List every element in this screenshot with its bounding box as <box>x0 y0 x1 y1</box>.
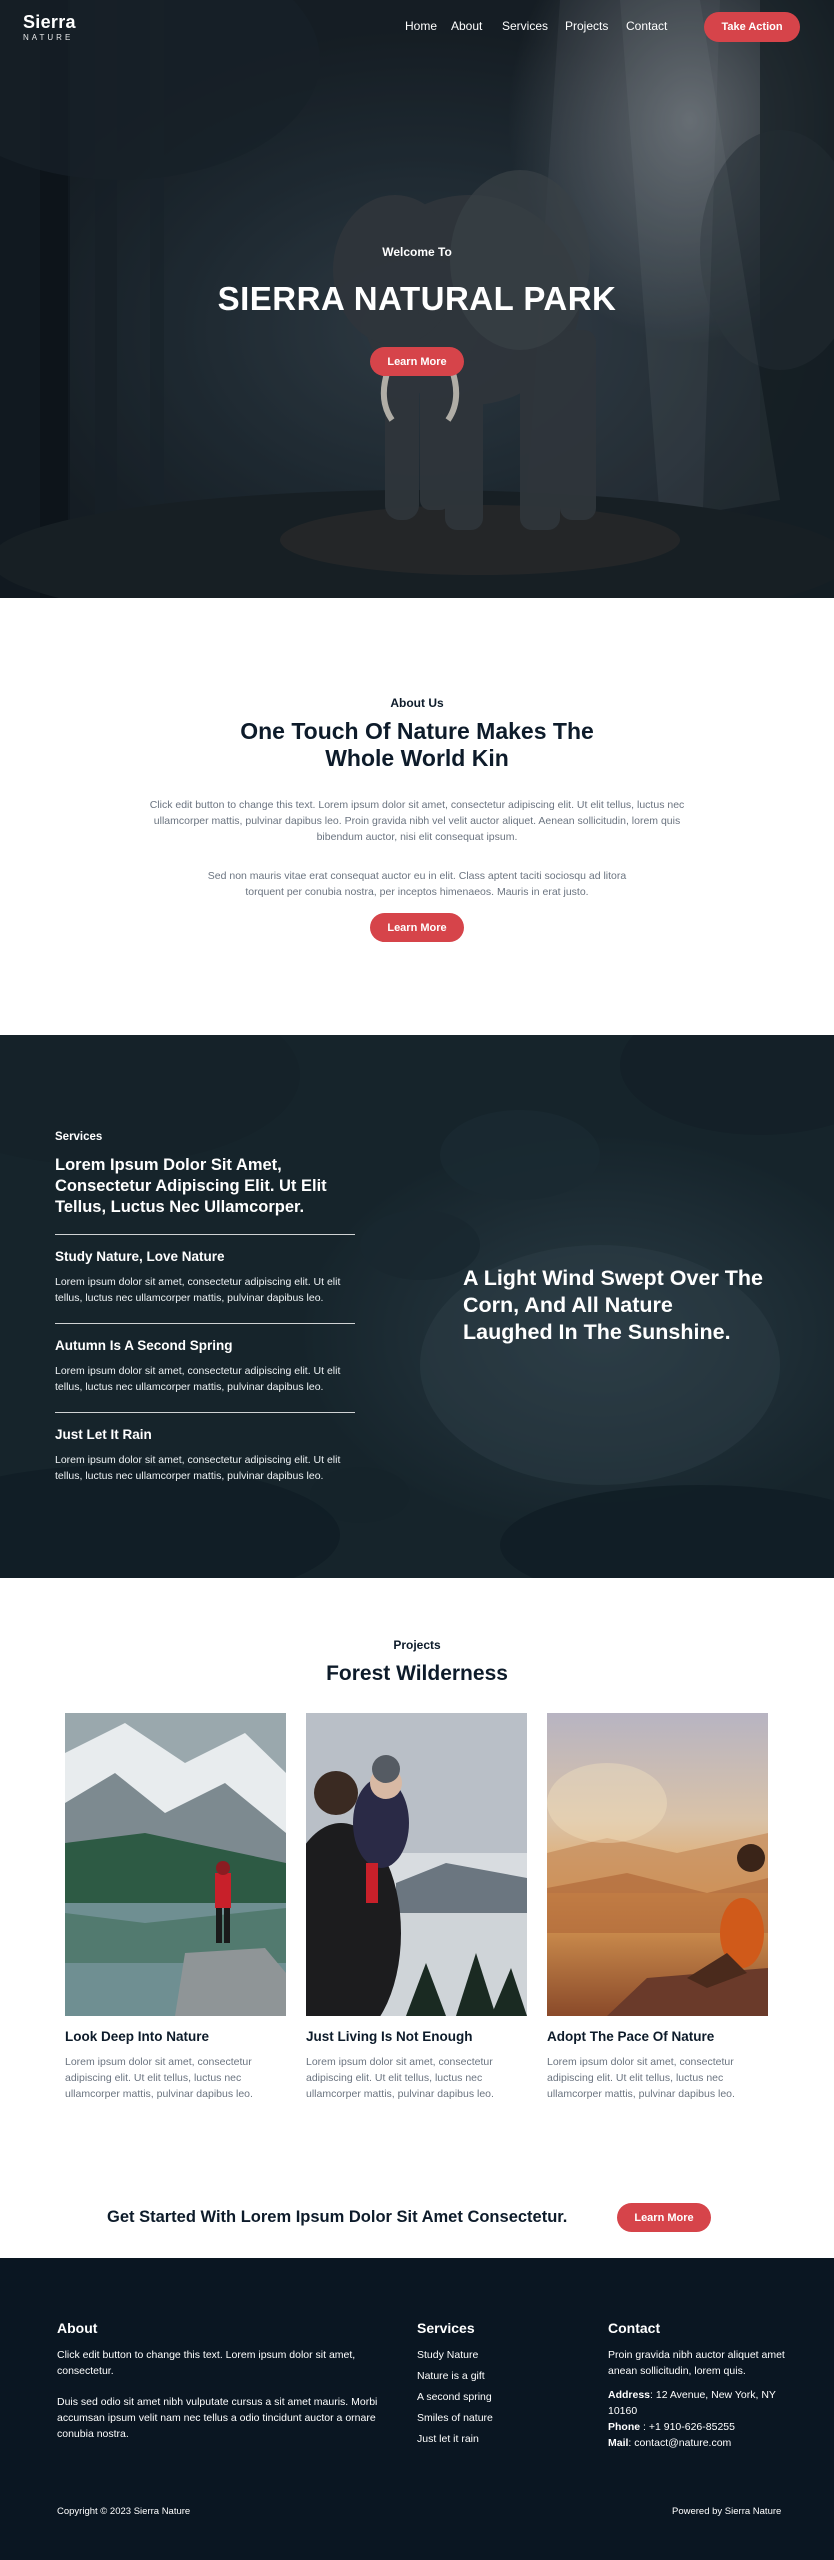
about-paragraph-2: Sed non mauris vitae erat consequat auct… <box>207 870 627 898</box>
service-item-title: Just Let It Rain <box>55 1427 152 1442</box>
footer-phone: Phone : +1 910-626-85255 <box>608 2419 788 2435</box>
about-title: One Touch Of Nature Makes The Whole Worl… <box>240 718 594 771</box>
service-item-text: Lorem ipsum dolor sit amet, consectetur … <box>55 1365 341 1393</box>
nav-link-about[interactable]: About <box>451 19 502 33</box>
main-menu: Home About Services Projects Contact <box>405 19 671 33</box>
mail-label: Mail <box>608 2437 629 2449</box>
footer-services-heading: Services <box>417 2320 475 2336</box>
about-learn-more-button[interactable]: Learn More <box>370 913 464 942</box>
services-heading: Lorem Ipsum Dolor Sit Amet, Consectetur … <box>55 1156 327 1216</box>
project-card[interactable]: Look Deep Into Nature Lorem ipsum dolor … <box>65 1713 286 2102</box>
about-label: About Us <box>390 696 444 710</box>
divider <box>55 1323 355 1324</box>
cta-text: Get Started With Lorem Ipsum Dolor Sit A… <box>107 2208 568 2226</box>
logo-sub-text: NATURE <box>23 33 74 42</box>
hero-welcome-text: Welcome To <box>382 245 452 259</box>
footer-about-heading: About <box>57 2320 98 2336</box>
divider <box>55 1234 355 1235</box>
project-card[interactable]: Just Living Is Not Enough Lorem ipsum do… <box>306 1713 527 2102</box>
services-section: Services Lorem Ipsum Dolor Sit Amet, Con… <box>0 1035 834 1578</box>
nav-link-contact[interactable]: Contact <box>626 19 671 33</box>
phone-label: Phone <box>608 2421 641 2433</box>
hero-section: Sierra NATURE Home About Services Projec… <box>0 0 834 598</box>
service-item: Study Nature, Love Nature Lorem ipsum do… <box>55 1249 355 1306</box>
nav-link-home[interactable]: Home <box>405 19 451 33</box>
project-card-title[interactable]: Just Living Is Not Enough <box>306 2029 527 2045</box>
footer-contact-text: Proin gravida nibh auctor aliquet amet a… <box>608 2349 785 2377</box>
service-item-text: Lorem ipsum dolor sit amet, consectetur … <box>55 1276 341 1304</box>
hero-title: SIERRA NATURAL PARK <box>217 280 617 317</box>
nav-link-services[interactable]: Services <box>502 19 565 33</box>
footer-link-second-spring[interactable]: A second spring <box>417 2389 493 2405</box>
project-image-lake[interactable] <box>65 1713 286 2016</box>
footer-contact-heading: Contact <box>608 2320 661 2336</box>
footer-powered-by: Powered by Sierra Nature <box>672 2506 782 2517</box>
footer-copyright: Copyright © 2023 Sierra Nature <box>57 2506 191 2517</box>
address-label: Address <box>608 2389 651 2401</box>
footer-link-let-it-rain[interactable]: Just let it rain <box>417 2431 493 2447</box>
site-footer: About Click edit button to change this t… <box>0 2258 834 2560</box>
take-action-button[interactable]: Take Action <box>704 12 800 42</box>
site-logo[interactable]: Sierra NATURE <box>23 13 76 43</box>
footer-about-text-1: Click edit button to change this text. L… <box>57 2349 356 2377</box>
footer-contact-info: Proin gravida nibh auctor aliquet amet a… <box>608 2347 788 2451</box>
cta-learn-more-button[interactable]: Learn More <box>617 2203 711 2232</box>
projects-label: Projects <box>393 1638 441 1652</box>
projects-title: Forest Wilderness <box>326 1662 508 1685</box>
footer-links-list: Study Nature Nature is a gift A second s… <box>417 2347 493 2452</box>
footer-link-smiles-nature[interactable]: Smiles of nature <box>417 2410 493 2426</box>
hero-learn-more-button[interactable]: Learn More <box>370 347 464 376</box>
service-item-text: Lorem ipsum dolor sit amet, consectetur … <box>55 1454 341 1482</box>
nav-link-projects[interactable]: Projects <box>565 19 626 33</box>
mail-value[interactable]: : contact@nature.com <box>628 2437 731 2449</box>
project-card-title[interactable]: Look Deep Into Nature <box>65 2029 286 2045</box>
project-card[interactable]: Adopt The Pace Of Nature Lorem ipsum dol… <box>547 1713 768 2102</box>
project-image-sunset[interactable] <box>547 1713 768 2016</box>
phone-value[interactable]: : +1 910-626-85255 <box>640 2421 735 2433</box>
logo-main-text: Sierra <box>23 12 76 32</box>
divider <box>55 1412 355 1413</box>
project-card-text: Lorem ipsum dolor sit amet, consectetur … <box>306 2056 494 2100</box>
top-navigation: Sierra NATURE Home About Services Projec… <box>0 0 834 54</box>
about-paragraph-1: Click edit button to change this text. L… <box>149 799 685 843</box>
service-item-title: Autumn Is A Second Spring <box>55 1338 233 1353</box>
service-item: Autumn Is A Second Spring Lorem ipsum do… <box>55 1338 355 1395</box>
footer-link-study-nature[interactable]: Study Nature <box>417 2347 493 2363</box>
service-item: Just Let It Rain Lorem ipsum dolor sit a… <box>55 1427 355 1484</box>
service-item-title: Study Nature, Love Nature <box>55 1249 225 1264</box>
project-card-title[interactable]: Adopt The Pace Of Nature <box>547 2029 768 2045</box>
footer-mail: Mail: contact@nature.com <box>608 2435 788 2451</box>
services-quote: A Light Wind Swept Over The Corn, And Al… <box>463 1266 764 1344</box>
footer-address: Address: 12 Avenue, New York, NY 10160 <box>608 2387 788 2419</box>
footer-about-text-2: Duis sed odio sit amet nibh vulputate cu… <box>57 2396 378 2440</box>
footer-link-nature-gift[interactable]: Nature is a gift <box>417 2368 493 2384</box>
project-card-text: Lorem ipsum dolor sit amet, consectetur … <box>547 2056 735 2100</box>
services-label: Services <box>55 1131 103 1143</box>
project-card-text: Lorem ipsum dolor sit amet, consectetur … <box>65 2056 253 2100</box>
project-image-father-child[interactable] <box>306 1713 527 2016</box>
